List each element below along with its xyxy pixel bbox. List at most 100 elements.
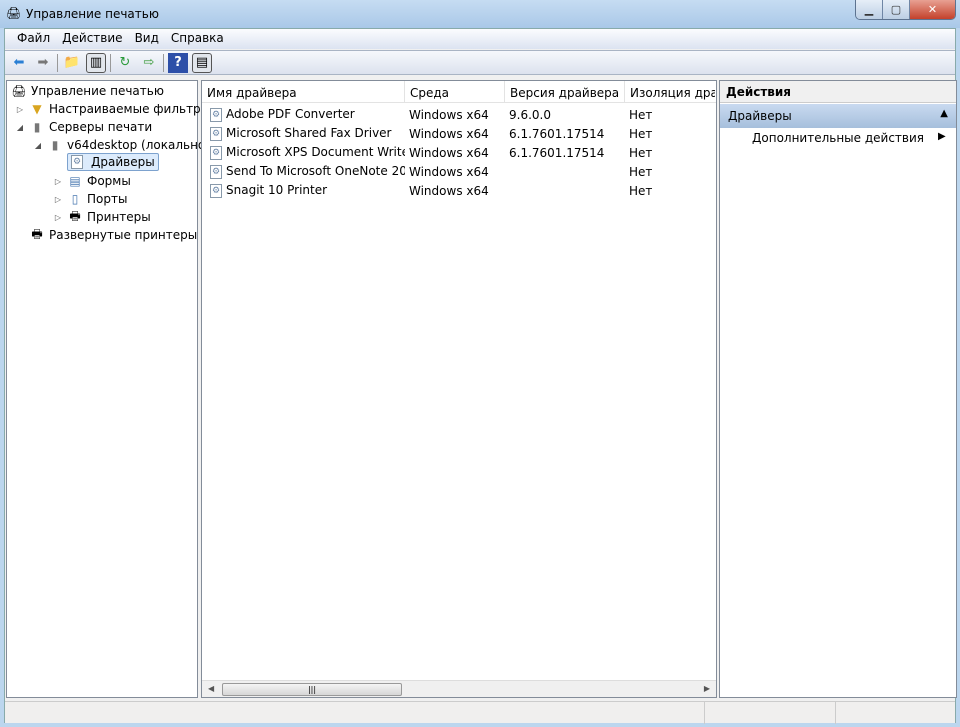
toolbar: ⬅ ➡ 📁 ▥ ↻ ⇨ ? ▤: [5, 50, 955, 75]
driver-name-cell: ⚙ Send To Microsoft OneNote 20...: [206, 164, 405, 179]
driver-name-cell: ⚙ Snagit 10 Printer: [206, 183, 405, 198]
cell-text: Нет: [629, 183, 653, 198]
cell-text: Windows x64: [409, 126, 489, 141]
actions-title: Действия: [720, 81, 956, 103]
column-header-environment[interactable]: Среда: [405, 81, 505, 102]
driver-version-cell: 6.1.7601.17514: [505, 146, 625, 160]
expand-icon[interactable]: ▷: [53, 177, 63, 186]
column-header-driver-name[interactable]: Имя драйвера: [202, 81, 405, 102]
cell-text: Microsoft Shared Fax Driver: [226, 126, 392, 141]
forward-icon[interactable]: ➡: [33, 53, 53, 73]
menu-file[interactable]: Файл: [11, 29, 56, 49]
driver-name-cell: ⚙ Adobe PDF Converter: [206, 107, 405, 122]
table-row[interactable]: ⚙ Send To Microsoft OneNote 20... Windows …: [206, 162, 715, 181]
driver-icon: ⚙: [71, 155, 83, 169]
environment-cell: Windows x64: [405, 146, 505, 160]
table-row[interactable]: ⚙ Snagit 10 Printer Windows x64 Нет: [206, 181, 715, 200]
table-row[interactable]: ⚙ Adobe PDF Converter Windows x64 9.6.0.0 Не…: [206, 105, 715, 124]
cell-text: Windows x64: [409, 145, 489, 160]
driver-isolation-cell: Нет: [625, 146, 715, 160]
close-button[interactable]: ✕: [910, 0, 955, 19]
actions-section-drivers[interactable]: Драйверы ▲: [720, 104, 956, 128]
submenu-arrow-icon: ▶: [938, 131, 946, 142]
environment-cell: Windows x64: [405, 127, 505, 141]
driver-icon: ⚙: [210, 164, 222, 179]
cell-text: Microsoft XPS Document Writer: [226, 145, 405, 160]
table-row[interactable]: ⚙ Microsoft XPS Document Writer Windows x6…: [206, 143, 715, 162]
port-icon: ▯: [71, 192, 79, 206]
back-icon[interactable]: ⬅: [9, 53, 29, 73]
tree-item-deployed-printers[interactable]: 🖶 Развернутые принтеры: [29, 226, 197, 244]
cell-text: Нет: [629, 107, 653, 122]
tree-item-printers[interactable]: ▷ 🖶 Принтеры: [53, 208, 151, 226]
help-icon[interactable]: ?: [168, 52, 188, 73]
more-actions-item[interactable]: Дополнительные действия ▶: [752, 131, 946, 145]
driver-isolation-cell: Нет: [625, 165, 715, 179]
export-list-icon[interactable]: ⇨: [139, 53, 159, 73]
scrollbar-thumb[interactable]: |||: [222, 683, 402, 696]
driver-isolation-cell: Нет: [625, 108, 715, 122]
driver-version-cell: 9.6.0.0: [505, 108, 625, 122]
maximize-button[interactable]: ▢: [883, 0, 910, 19]
menu-action[interactable]: Действие: [56, 29, 128, 49]
menu-view[interactable]: Вид: [129, 29, 165, 49]
console-tree: 🖨 Управление печатью ▷ ▼ Настраиваемые филь…: [6, 80, 210, 698]
tree-item-forms[interactable]: ▷ ▤ Формы: [53, 172, 131, 190]
table-row[interactable]: ⚙ Microsoft Shared Fax Driver Windows x64 6…: [206, 124, 715, 143]
menu-help[interactable]: Справка: [165, 29, 230, 49]
refresh-icon[interactable]: ↻: [115, 53, 135, 73]
cell-text: 9.6.0.0: [509, 107, 551, 122]
forms-icon: ▤: [69, 174, 81, 188]
column-header-driver-isolation[interactable]: Изоляция драйв: [625, 81, 715, 102]
collapse-icon[interactable]: ◢: [33, 141, 43, 150]
driver-icon: ⚙: [210, 183, 222, 198]
environment-cell: Windows x64: [405, 108, 505, 122]
print-management-icon: 🖨: [11, 84, 27, 98]
cell-text: Adobe PDF Converter: [226, 107, 355, 122]
scroll-right-icon[interactable]: ▶: [704, 684, 710, 693]
window-title: Управление печатью: [26, 7, 159, 21]
tree-item-print-management[interactable]: 🖨 Управление печатью: [11, 82, 164, 100]
tree-item-print-servers[interactable]: ◢ ▮ Серверы печати: [15, 118, 152, 136]
title-bar: 🖨 Управление печатью ▁ ▢ ✕: [0, 0, 960, 28]
up-folder-icon[interactable]: 📁: [62, 53, 82, 73]
cell-text: Windows x64: [409, 183, 489, 198]
driver-name-cell: ⚙ Microsoft Shared Fax Driver: [206, 126, 405, 141]
column-header-driver-version[interactable]: Версия драйвера: [505, 81, 625, 102]
horizontal-scrollbar[interactable]: ◀ ||| ▶: [202, 680, 716, 697]
tree-item-custom-filters[interactable]: ▷ ▼ Настраиваемые фильтры: [15, 100, 210, 118]
server-icon: ▮: [33, 120, 41, 134]
collapse-icon[interactable]: ◢: [15, 123, 25, 132]
cell-text: 6.1.7601.17514: [509, 145, 605, 160]
printer-icon: 🖶: [69, 208, 81, 223]
collapse-up-icon[interactable]: ▲: [940, 108, 948, 119]
environment-cell: Windows x64: [405, 184, 505, 198]
status-bar: [5, 701, 955, 724]
cell-text: Нет: [629, 164, 653, 179]
show-hide-tree-icon[interactable]: ▥: [86, 52, 106, 73]
show-hide-action-pane-icon[interactable]: ▤: [192, 52, 212, 73]
driver-version-cell: 6.1.7601.17514: [505, 127, 625, 141]
expand-icon[interactable]: ▷: [15, 105, 25, 114]
print-management-icon: 🖨: [6, 6, 22, 20]
cell-text: Windows x64: [409, 107, 489, 122]
driver-isolation-cell: Нет: [625, 127, 715, 141]
server-icon: ▮: [51, 138, 59, 152]
printer-icon: 🖶: [31, 226, 43, 241]
cell-text: Нет: [629, 126, 653, 141]
scroll-left-icon[interactable]: ◀: [208, 684, 214, 693]
minimize-button[interactable]: ▁: [856, 0, 883, 19]
cell-text: Windows x64: [409, 164, 489, 179]
filter-folder-icon: ▼: [32, 102, 42, 116]
expand-icon[interactable]: ▷: [53, 213, 63, 222]
cell-text: Нет: [629, 145, 653, 160]
cell-text: Snagit 10 Printer: [226, 183, 328, 198]
driver-isolation-cell: Нет: [625, 184, 715, 198]
driver-icon: ⚙: [210, 145, 222, 160]
tree-item-drivers[interactable]: ⚙ Драйверы: [67, 153, 159, 171]
tree-item-ports[interactable]: ▷ ▯ Порты: [53, 190, 128, 208]
cell-text: 6.1.7601.17514: [509, 126, 605, 141]
expand-icon[interactable]: ▷: [53, 195, 63, 204]
tree-item-v64desktop[interactable]: ◢ ▮ v64desktop (локально): [33, 136, 210, 154]
actions-pane: Действия Драйверы ▲ Дополнительные действ…: [719, 80, 957, 698]
